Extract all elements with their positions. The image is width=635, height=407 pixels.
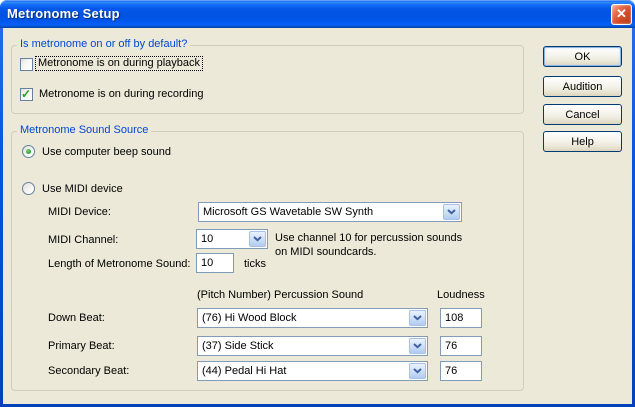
beep-sound-radio[interactable]: [22, 145, 35, 158]
length-input[interactable]: [196, 253, 234, 273]
chevron-down-icon[interactable]: [443, 204, 460, 220]
midi-device-label: MIDI Device:: [48, 206, 111, 219]
length-label: Length of Metronome Sound:: [48, 258, 190, 271]
down-beat-sound: (76) Hi Wood Block: [198, 312, 408, 324]
radio-dot: [26, 149, 31, 154]
check-icon: ✓: [21, 87, 31, 101]
group-default-state-label: Is metronome on or off by default?: [17, 38, 190, 51]
help-button[interactable]: Help: [543, 131, 622, 152]
close-button[interactable]: ✕: [611, 4, 632, 25]
midi-device-radio[interactable]: [22, 182, 35, 195]
midi-channel-note-line2: on MIDI soundcards.: [275, 245, 462, 259]
midi-channel-note-line1: Use channel 10 for percussion sounds: [275, 231, 462, 245]
primary-beat-loudness-input[interactable]: [440, 336, 482, 356]
audition-button[interactable]: Audition: [543, 76, 622, 97]
midi-channel-label: MIDI Channel:: [48, 234, 118, 247]
ok-button[interactable]: OK: [543, 46, 622, 67]
secondary-beat-label: Secondary Beat:: [48, 365, 129, 378]
primary-beat-label: Primary Beat:: [48, 340, 115, 353]
secondary-beat-sound: (44) Pedal Hi Hat: [198, 365, 408, 377]
recording-checkbox-label[interactable]: Metronome is on during recording: [39, 88, 203, 101]
metronome-setup-dialog: Metronome Setup ✕ Is metronome on or off…: [0, 0, 635, 407]
window-title: Metronome Setup: [7, 6, 120, 21]
secondary-beat-loudness-input[interactable]: [440, 361, 482, 381]
chevron-down-icon[interactable]: [249, 231, 266, 247]
chevron-down-icon[interactable]: [409, 338, 426, 354]
down-beat-label: Down Beat:: [48, 312, 105, 325]
beep-sound-radio-label[interactable]: Use computer beep sound: [42, 146, 171, 159]
close-icon: ✕: [616, 6, 627, 21]
midi-channel-combo[interactable]: 10: [196, 229, 268, 249]
recording-checkbox[interactable]: ✓: [20, 88, 33, 101]
down-beat-combo[interactable]: (76) Hi Wood Block: [197, 308, 428, 328]
midi-device-value: Microsoft GS Wavetable SW Synth: [199, 206, 442, 218]
down-beat-loudness-input[interactable]: [440, 308, 482, 328]
pitch-column-header: (Pitch Number) Percussion Sound: [197, 289, 363, 301]
length-unit-label: ticks: [244, 258, 266, 271]
midi-device-radio-label[interactable]: Use MIDI device: [42, 183, 123, 196]
loudness-column-header: Loudness: [437, 289, 485, 301]
primary-beat-sound: (37) Side Stick: [198, 340, 408, 352]
midi-device-combo[interactable]: Microsoft GS Wavetable SW Synth: [198, 202, 462, 222]
titlebar[interactable]: Metronome Setup ✕: [0, 0, 635, 28]
playback-checkbox[interactable]: [20, 58, 33, 71]
primary-beat-combo[interactable]: (37) Side Stick: [197, 336, 428, 356]
midi-channel-note: Use channel 10 for percussion sounds on …: [275, 231, 462, 259]
secondary-beat-combo[interactable]: (44) Pedal Hi Hat: [197, 361, 428, 381]
group-sound-source-label: Metronome Sound Source: [17, 124, 151, 137]
chevron-down-icon[interactable]: [409, 363, 426, 379]
dialog-body: Is metronome on or off by default? Metro…: [3, 28, 632, 404]
playback-checkbox-label[interactable]: Metronome is on during playback: [36, 57, 202, 70]
midi-channel-value: 10: [197, 233, 248, 245]
group-default-state: [11, 45, 524, 114]
cancel-button[interactable]: Cancel: [543, 104, 622, 125]
chevron-down-icon[interactable]: [409, 310, 426, 326]
